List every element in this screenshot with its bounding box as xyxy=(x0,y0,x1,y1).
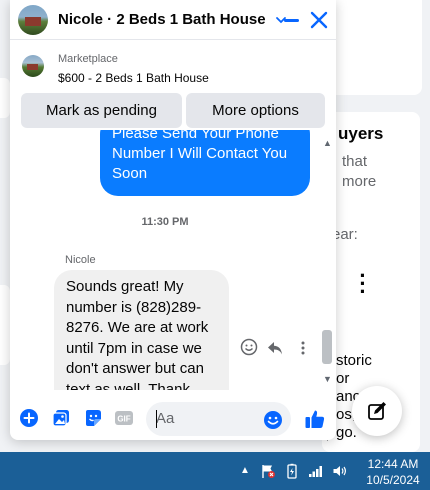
background-heading: uyers xyxy=(338,124,384,143)
photo-icon[interactable] xyxy=(51,408,71,428)
background-panel xyxy=(0,285,10,365)
emoji-react-icon[interactable] xyxy=(240,338,258,356)
volume-icon[interactable] xyxy=(332,463,348,479)
battery-icon[interactable] xyxy=(284,463,300,479)
show-hidden-icons-icon[interactable]: ▲ xyxy=(240,465,250,476)
clock-date: 10/5/2024 xyxy=(366,473,420,487)
more-options-button[interactable]: More options xyxy=(186,93,325,128)
message-composer: GIF Aa xyxy=(10,396,336,440)
background-text: that more xyxy=(342,153,377,190)
outgoing-message[interactable]: Please Send Your Phone Number I Will Con… xyxy=(100,130,310,196)
scroll-down-icon[interactable]: ▼ xyxy=(323,374,332,384)
message-timestamp: 11:30 PM xyxy=(141,216,189,228)
listing-kind: Marketplace xyxy=(58,53,118,65)
text-cursor xyxy=(156,410,157,428)
sticker-icon[interactable] xyxy=(83,408,103,428)
mark-as-pending-button[interactable]: Mark as pending xyxy=(21,93,182,128)
avatar[interactable] xyxy=(18,4,48,35)
minimize-icon[interactable] xyxy=(281,10,301,30)
reply-icon[interactable] xyxy=(266,339,284,357)
incoming-message[interactable]: Sounds great! My number is (828)289-8276… xyxy=(54,270,229,390)
message-list: Please Send Your Phone Number I Will Con… xyxy=(10,130,320,390)
clock-time: 12:44 AM xyxy=(367,457,419,471)
system-clock[interactable]: 12:44 AM 10/5/2024 xyxy=(360,456,426,488)
chat-window: Nicole · 2 Beds 1 Bath House Marketplace… xyxy=(10,0,336,440)
taskbar: ▲ 12:44 AM 10/5/2024 xyxy=(0,452,430,490)
emoji-icon[interactable] xyxy=(263,410,283,430)
gif-icon[interactable]: GIF xyxy=(114,408,134,428)
svg-text:GIF: GIF xyxy=(117,415,130,424)
listing-preview[interactable]: Marketplace $600 - 2 Beds 1 Bath House xyxy=(10,41,336,91)
background-panel xyxy=(0,78,10,118)
close-icon[interactable] xyxy=(308,9,330,31)
chat-scrollbar[interactable]: ▲ ▼ xyxy=(320,130,334,390)
chat-title[interactable]: Nicole · 2 Beds 1 Bath House xyxy=(58,11,266,28)
listing-thumbnail xyxy=(22,55,44,77)
more-actions-icon[interactable] xyxy=(300,341,306,355)
sender-name: Nicole xyxy=(65,254,96,266)
more-options-icon[interactable]: · · · xyxy=(358,265,368,303)
thumbs-up-icon[interactable] xyxy=(304,408,326,430)
background-panel xyxy=(322,0,422,95)
flag-icon[interactable] xyxy=(260,463,276,479)
scroll-up-icon[interactable]: ▲ xyxy=(323,138,332,148)
plus-icon[interactable] xyxy=(19,408,39,428)
scrollbar-thumb[interactable] xyxy=(322,330,332,364)
new-message-button[interactable] xyxy=(352,386,402,436)
page-scrollbar[interactable] xyxy=(422,0,430,452)
compose-icon xyxy=(368,402,386,420)
network-signal-icon[interactable] xyxy=(308,463,324,479)
listing-description: $600 - 2 Beds 1 Bath House xyxy=(58,71,209,85)
